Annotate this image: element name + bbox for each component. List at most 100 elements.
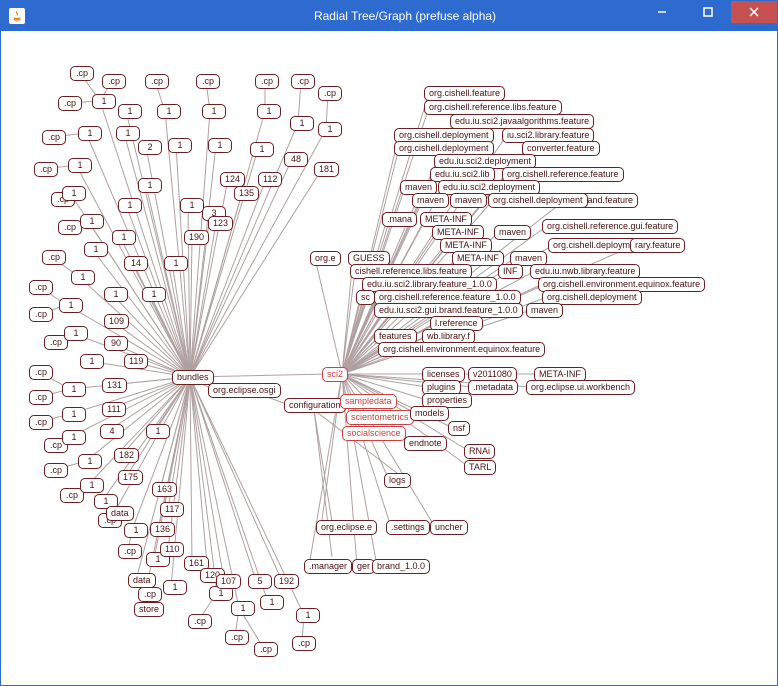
graph-node[interactable]: rary.feature xyxy=(630,238,685,253)
graph-node[interactable]: org.eclipse.osgi xyxy=(208,383,281,398)
graph-node[interactable]: 1 xyxy=(168,138,192,153)
graph-node[interactable]: nsf xyxy=(448,421,470,436)
graph-node[interactable]: .cp xyxy=(70,66,94,81)
graph-node[interactable]: 112 xyxy=(258,172,282,187)
graph-node[interactable]: 48 xyxy=(284,152,308,167)
graph-node[interactable]: org.eclipse.ui.workbench xyxy=(526,380,635,395)
graph-node[interactable]: .cp xyxy=(318,86,342,101)
graph-node[interactable]: 1 xyxy=(80,478,104,493)
graph-node[interactable]: 163 xyxy=(152,482,177,497)
graph-node[interactable]: 1 xyxy=(202,104,226,119)
graph-node[interactable]: 1 xyxy=(142,287,166,302)
graph-node[interactable]: TARL xyxy=(464,460,496,475)
graph-node[interactable]: .cp xyxy=(102,74,126,89)
graph-node[interactable]: 107 xyxy=(216,574,241,589)
graph-node[interactable]: 192 xyxy=(274,574,299,589)
graph-node[interactable]: store xyxy=(134,602,164,617)
graph-node[interactable]: .cp xyxy=(188,614,212,629)
graph-node[interactable]: socialscience xyxy=(342,426,406,441)
graph-node[interactable]: .cp xyxy=(145,74,169,89)
graph-node[interactable]: .cp xyxy=(118,544,142,559)
graph-node[interactable]: scientometrics xyxy=(346,410,414,425)
graph-node[interactable]: 124 xyxy=(220,172,245,187)
graph-node[interactable]: 136 xyxy=(150,522,175,537)
graph-node[interactable]: .cp xyxy=(225,630,249,645)
graph-node[interactable]: 117 xyxy=(160,502,184,517)
graph-node[interactable]: brand_1.0.0 xyxy=(372,559,430,574)
graph-node[interactable]: 1 xyxy=(78,126,102,141)
graph-node[interactable]: org.cishell.reference.gui.feature xyxy=(542,219,678,234)
graph-node[interactable]: 1 xyxy=(64,326,88,341)
graph-node[interactable]: .cp xyxy=(58,96,82,111)
graph-node[interactable]: .cp xyxy=(29,415,53,430)
graph-node[interactable]: .cp xyxy=(34,162,58,177)
graph-node[interactable]: configuration xyxy=(284,398,346,413)
graph-node[interactable]: 1 xyxy=(80,214,104,229)
graph-node[interactable]: 110 xyxy=(160,542,184,557)
graph-node[interactable]: org.cishell.reference.libs.feature xyxy=(424,100,562,115)
graph-node[interactable]: .cp xyxy=(29,307,53,322)
graph-node[interactable]: 175 xyxy=(118,470,143,485)
graph-node[interactable]: 1 xyxy=(62,186,86,201)
graph-node[interactable]: uncher xyxy=(430,520,468,535)
graph-node[interactable]: 1 xyxy=(318,122,342,137)
titlebar[interactable]: Radial Tree/Graph (prefuse alpha) xyxy=(1,1,777,31)
graph-node[interactable]: .mana xyxy=(382,212,417,227)
minimize-button[interactable] xyxy=(639,1,685,23)
graph-node[interactable]: 1 xyxy=(112,230,136,245)
graph-node[interactable]: data xyxy=(128,573,156,588)
graph-node[interactable]: .cp xyxy=(292,636,316,651)
graph-node[interactable]: 1 xyxy=(231,601,255,616)
graph-node[interactable]: 1 xyxy=(104,287,128,302)
graph-node[interactable]: org.cishell.environment.equinox.feature xyxy=(378,342,545,357)
graph-node[interactable]: .cp xyxy=(42,130,66,145)
graph-node[interactable]: data xyxy=(106,506,134,521)
graph-node[interactable]: 1 xyxy=(118,104,142,119)
graph-node[interactable]: 182 xyxy=(114,448,139,463)
graph-node[interactable]: bundles xyxy=(172,370,214,385)
graph-node[interactable]: 1 xyxy=(290,116,314,131)
graph-node[interactable]: org.e xyxy=(310,251,341,266)
close-button[interactable] xyxy=(731,1,777,23)
graph-node[interactable]: 1 xyxy=(250,142,274,157)
graph-node[interactable]: 1 xyxy=(62,382,86,397)
graph-node[interactable]: 1 xyxy=(124,523,148,538)
graph-node[interactable]: 119 xyxy=(124,354,148,369)
graph-node[interactable]: sc xyxy=(356,290,375,305)
graph-node[interactable]: sampledata xyxy=(340,394,397,409)
graph-node[interactable]: 1 xyxy=(260,595,284,610)
graph-node[interactable]: 1 xyxy=(116,126,140,141)
graph-node[interactable]: .cp xyxy=(29,280,53,295)
graph-node[interactable]: .cp xyxy=(255,74,279,89)
graph-node[interactable]: 135 xyxy=(234,186,259,201)
graph-node[interactable]: .cp xyxy=(44,463,68,478)
graph-node[interactable]: 1 xyxy=(80,354,104,369)
graph-node[interactable]: org.cishell.deployment xyxy=(488,193,588,208)
graph-node[interactable]: .cp xyxy=(29,390,53,405)
graph-node[interactable]: maven xyxy=(526,303,563,318)
graph-node[interactable]: .cp xyxy=(138,587,162,602)
graph-node[interactable]: .cp xyxy=(29,365,53,380)
graph-node[interactable]: 14 xyxy=(124,256,148,271)
graph-node[interactable]: 1 xyxy=(78,454,102,469)
graph-node[interactable]: .cp xyxy=(291,74,315,89)
graph-node[interactable]: maven xyxy=(450,193,487,208)
graph-node[interactable]: sci2 xyxy=(322,367,348,382)
graph-node[interactable]: 131 xyxy=(102,378,127,393)
graph-node[interactable]: 1 xyxy=(68,158,92,173)
graph-node[interactable]: logs xyxy=(384,473,411,488)
graph-node[interactable]: .cp xyxy=(196,74,220,89)
graph-node[interactable]: 1 xyxy=(163,580,187,595)
graph-node[interactable]: 1 xyxy=(208,138,232,153)
graph-node[interactable]: 1 xyxy=(62,430,86,445)
graph-node[interactable]: edu.iu.sci2.javaalgorithms.feature xyxy=(450,114,594,129)
maximize-button[interactable] xyxy=(685,1,731,23)
graph-node[interactable]: org.cishell.feature xyxy=(424,86,505,101)
graph-node[interactable]: 90 xyxy=(104,336,128,351)
graph-node[interactable]: 1 xyxy=(164,256,188,271)
graph-node[interactable]: 1 xyxy=(59,298,83,313)
graph-node[interactable]: 1 xyxy=(62,407,86,422)
graph-node[interactable]: 1 xyxy=(157,104,181,119)
graph-node[interactable]: .cp xyxy=(42,250,66,265)
graph-node[interactable]: 1 xyxy=(118,198,142,213)
